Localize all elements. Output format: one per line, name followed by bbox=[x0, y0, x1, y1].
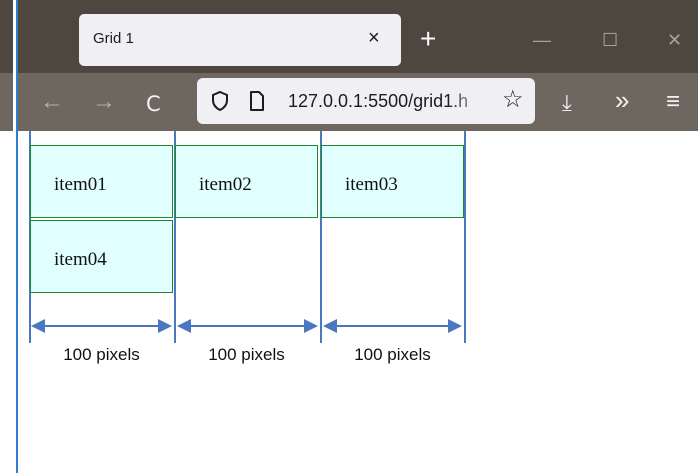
column-width-label: 100 pixels bbox=[63, 345, 140, 364]
app-menu-icon[interactable]: ≡ bbox=[666, 87, 680, 117]
window-left-border bbox=[16, 0, 18, 473]
reload-button[interactable]: C bbox=[146, 89, 161, 119]
dimension-arrow bbox=[323, 319, 462, 333]
tab-close-icon[interactable]: × bbox=[368, 26, 380, 50]
tab-strip: Grid 1 × + — ☐ ✕ bbox=[0, 0, 698, 73]
back-button[interactable]: ← bbox=[40, 87, 64, 117]
url-fade bbox=[447, 84, 492, 118]
dimension-arrows bbox=[31, 319, 462, 333]
address-bar[interactable]: 127.0.0.1:5500/grid1.h ☆ bbox=[197, 78, 535, 124]
dimension-arrow bbox=[31, 319, 172, 333]
forward-button[interactable]: → bbox=[92, 87, 116, 117]
column-width-label: 100 pixels bbox=[208, 345, 285, 364]
column-width-label: 100 pixels bbox=[354, 345, 431, 364]
bookmark-star-icon[interactable]: ☆ bbox=[502, 87, 524, 113]
minimize-button[interactable]: — bbox=[533, 28, 551, 52]
shield-icon[interactable] bbox=[210, 90, 230, 112]
browser-tab[interactable]: Grid 1 × bbox=[79, 14, 401, 66]
tab-title: Grid 1 bbox=[93, 30, 134, 47]
downloads-icon[interactable]: ⤓ bbox=[562, 88, 572, 118]
close-window-button[interactable]: ✕ bbox=[667, 28, 682, 52]
overflow-menu-icon[interactable]: » bbox=[615, 85, 629, 115]
navigation-toolbar: ← → C 127.0.0.1:5500/grid1.h ☆ ⤓ » ≡ bbox=[0, 73, 698, 131]
new-tab-button[interactable]: + bbox=[420, 24, 436, 54]
dimension-arrow bbox=[177, 319, 318, 333]
maximize-button[interactable]: ☐ bbox=[602, 28, 618, 52]
page-icon[interactable] bbox=[249, 91, 265, 111]
page-content: item01 item02 item03 item04 100 pixels 1… bbox=[0, 131, 698, 473]
